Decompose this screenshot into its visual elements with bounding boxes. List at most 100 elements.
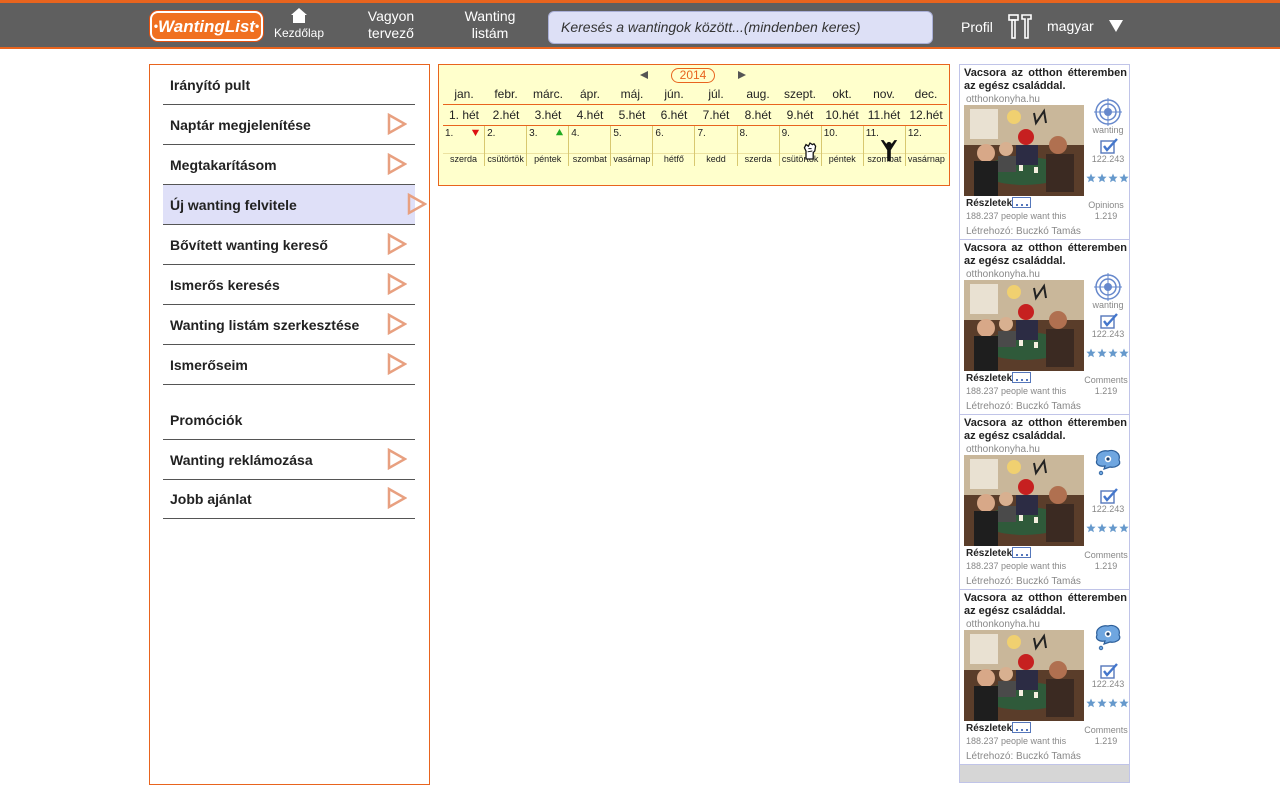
menu-item-better-offer[interactable]: Jobb ajánlat [163, 479, 415, 519]
calendar-week[interactable]: 7.hét [695, 105, 737, 126]
calendar-day[interactable]: 3. péntek [527, 126, 570, 166]
calendar-day[interactable]: 9. csütörtök [779, 126, 822, 166]
card-opinions-label[interactable]: Comments [1083, 550, 1129, 560]
checkbox-icon[interactable] [1100, 488, 1118, 504]
calendar-month[interactable]: jan. [443, 84, 485, 105]
calendar-month[interactable]: jún. [653, 84, 695, 105]
card-details-link[interactable]: Részletek [966, 198, 1012, 209]
calendar-day[interactable]: 2. csütörtök [485, 126, 528, 166]
calendar-month[interactable]: júl. [695, 84, 737, 105]
more-dots-icon[interactable] [1012, 197, 1031, 208]
calendar-day[interactable]: 7. kedd [695, 126, 738, 166]
card-title[interactable]: Vacsora az otthon étteremben az egész cs… [964, 242, 1127, 268]
calendar-week[interactable]: 12.hét [905, 105, 947, 126]
more-dots-icon[interactable] [1012, 722, 1031, 733]
card-details-link[interactable]: Részletek [966, 723, 1012, 734]
calendar-day[interactable]: 4. szombat [569, 126, 612, 166]
menu-item-calendar-view[interactable]: Naptár megjelenítése [163, 105, 415, 145]
calendar-month[interactable]: máj. [611, 84, 653, 105]
calendar-day[interactable]: 5. vasárnap [611, 126, 654, 166]
calendar-day-number: 2. [487, 128, 496, 139]
nav-home[interactable]: Kezdőlap [270, 7, 328, 40]
card-opinions-label[interactable]: Opinions [1083, 200, 1129, 210]
card-opinions-label[interactable]: Comments [1083, 725, 1129, 735]
search-input[interactable]: Keresés a wantingok között...(mindenben … [548, 11, 933, 44]
play-arrow-icon [387, 487, 407, 509]
calendar-month[interactable]: dec. [905, 84, 947, 105]
language-selector[interactable]: magyar [1047, 18, 1094, 34]
calendar-month[interactable]: nov. [863, 84, 905, 105]
card-source[interactable]: otthonkonyha.hu [966, 619, 1040, 630]
menu-item-edit-list[interactable]: Wanting listám szerkesztése [163, 305, 415, 345]
thought-bubble-icon[interactable] [1094, 623, 1122, 651]
calendar-month[interactable]: szept. [779, 84, 821, 105]
card-opinions-label[interactable]: Comments [1083, 375, 1129, 385]
menu-item-dashboard[interactable]: Irányító pult [163, 65, 415, 105]
play-arrow-icon [387, 448, 407, 470]
calendar-day[interactable]: 1. szerda [443, 126, 486, 166]
calendar-month[interactable]: okt. [821, 84, 863, 105]
menu-item-advanced-search[interactable]: Bővített wanting kereső [163, 225, 415, 265]
chevron-down-icon[interactable] [1108, 19, 1124, 33]
star-icon [1108, 348, 1118, 358]
calendar-day[interactable]: 8. szerda [737, 126, 780, 166]
calendar-week[interactable]: 1. hét [443, 105, 485, 126]
calendar-month[interactable]: febr. [485, 84, 527, 105]
calendar-week[interactable]: 5.hét [611, 105, 653, 126]
calendar-day[interactable]: 12. vasárnap [905, 126, 947, 166]
target-icon[interactable] [1094, 273, 1122, 301]
nav-wanting-list[interactable]: Wanting listám [459, 8, 521, 42]
calendar-day-name: kedd [706, 154, 726, 164]
star-icon [1108, 523, 1118, 533]
previous-arrow-icon[interactable] [639, 70, 649, 80]
calendar-week[interactable]: 10.hét [821, 105, 863, 126]
card-source[interactable]: otthonkonyha.hu [966, 94, 1040, 105]
next-arrow-icon[interactable] [737, 70, 747, 80]
checkbox-icon[interactable] [1100, 663, 1118, 679]
calendar-week[interactable]: 6.hét [653, 105, 695, 126]
card-details-link[interactable]: Részletek [966, 548, 1012, 559]
menu-item-friends[interactable]: Ismerőseim [163, 345, 415, 385]
checkbox-icon[interactable] [1100, 313, 1118, 329]
menu-item-advertise-wanting[interactable]: Wanting reklámozása [163, 440, 415, 480]
calendar-week[interactable]: 11.hét [863, 105, 905, 126]
nav-asset-planner[interactable]: Vagyon tervező [362, 8, 420, 42]
card-title[interactable]: Vacsora az otthon étteremben az egész cs… [964, 67, 1127, 93]
calendar-week[interactable]: 2.hét [485, 105, 527, 126]
menu-item-new-wanting[interactable]: Új wanting felvitele [163, 185, 427, 225]
card-title[interactable]: Vacsora az otthon étteremben az egész cs… [964, 592, 1127, 618]
thought-bubble-icon[interactable] [1094, 448, 1122, 476]
calendar-month[interactable]: márc. [527, 84, 569, 105]
more-dots-icon[interactable] [1012, 372, 1031, 383]
menu-item-label: Új wanting felvitele [170, 197, 297, 213]
calendar-week[interactable]: 8.hét [737, 105, 779, 126]
menu-item-savings[interactable]: Megtakarításom [163, 145, 415, 185]
card-details-link[interactable]: Részletek [966, 373, 1012, 384]
calendar-day[interactable]: 6. hétfő [653, 126, 696, 166]
dinner-photo-image[interactable] [964, 455, 1084, 546]
calendar-week[interactable]: 4.hét [569, 105, 611, 126]
logo[interactable]: •WantingList• [150, 11, 263, 41]
target-icon[interactable] [1094, 98, 1122, 126]
card-source[interactable]: otthonkonyha.hu [966, 269, 1040, 280]
profile-link[interactable]: Profil [961, 19, 993, 35]
card-title[interactable]: Vacsora az otthon étteremben az egész cs… [964, 417, 1127, 443]
calendar-year[interactable]: 2014 [671, 68, 715, 83]
more-dots-icon[interactable] [1012, 547, 1031, 558]
calendar-week[interactable]: 9.hét [779, 105, 821, 126]
calendar-month[interactable]: ápr. [569, 84, 611, 105]
calendar-months-row: jan. febr. márc. ápr. máj. jún. júl. aug. szept.… [443, 84, 947, 105]
calendar-week[interactable]: 3.hét [527, 105, 569, 126]
card-source[interactable]: otthonkonyha.hu [966, 444, 1040, 455]
dinner-photo-image[interactable] [964, 280, 1084, 371]
tools-icon[interactable] [1006, 12, 1034, 40]
calendar-day[interactable]: 10. péntek [821, 126, 864, 166]
menu-item-friend-search[interactable]: Ismerős keresés [163, 265, 415, 305]
calendar-day[interactable]: 11. szombat [863, 126, 906, 166]
calendar-month[interactable]: aug. [737, 84, 779, 105]
calendar-day-number: 11. [865, 128, 879, 139]
dinner-photo-image[interactable] [964, 105, 1084, 196]
dinner-photo-image[interactable] [964, 630, 1084, 721]
checkbox-icon[interactable] [1100, 138, 1118, 154]
play-arrow-icon [387, 153, 407, 175]
